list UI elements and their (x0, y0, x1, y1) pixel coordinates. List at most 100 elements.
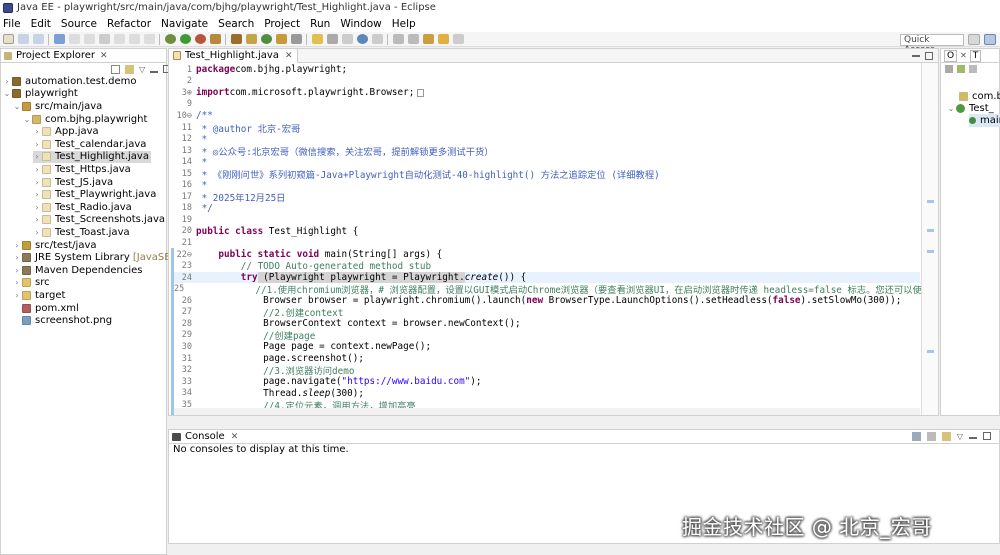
save-icon[interactable] (18, 34, 29, 44)
tree-item[interactable]: › target (13, 289, 65, 302)
display-console-icon[interactable] (911, 432, 921, 441)
collapse-arrow-icon[interactable]: › (33, 140, 41, 149)
step-into-icon[interactable] (114, 34, 125, 44)
close-icon[interactable]: ✕ (100, 51, 108, 61)
code-line[interactable]: 15 * 《刚刚问世》系列初窥篇-Java+Playwright自动化测试-40… (174, 168, 920, 181)
quick-access-input[interactable]: Quick Access (900, 34, 964, 55)
menu-project[interactable]: Project (264, 18, 300, 30)
toggle-breadcrumb-icon[interactable] (327, 34, 338, 44)
code-line[interactable]: 17 * 2025年12月25日 (174, 191, 920, 204)
code-line[interactable]: 19 (174, 214, 920, 226)
code-line[interactable]: 1 package com.bjhg.playwright; (174, 64, 920, 76)
collapse-arrow-icon[interactable]: › (13, 278, 21, 287)
tree-item[interactable]: › Test_Highlight.java (33, 150, 151, 164)
tree-item[interactable]: › Test_Screenshots.java (33, 214, 165, 227)
close-icon[interactable]: ✕ (285, 51, 293, 61)
maximize-icon[interactable] (925, 52, 933, 60)
tree-item[interactable]: ⌄ playwright (3, 88, 78, 101)
code-line[interactable]: 3⊕ import com.microsoft.playwright.Browse… (174, 87, 920, 99)
view-menu-icon[interactable]: ▽ (957, 432, 963, 441)
suspend-icon[interactable] (84, 34, 95, 44)
open-type-icon[interactable] (276, 34, 287, 44)
code-line[interactable]: 29 //创建page (174, 330, 920, 342)
console-tab[interactable]: Console ✕ (172, 431, 238, 442)
tree-item[interactable]: › JRE System Library [JavaSE-1.8] (13, 251, 194, 264)
close-icon[interactable]: ✕ (960, 51, 967, 60)
code-line[interactable]: 16 * (174, 180, 920, 192)
outline-item[interactable]: main (969, 114, 1000, 127)
tree-item[interactable]: › Test_JS.java (33, 176, 113, 189)
menu-help[interactable]: Help (392, 18, 416, 30)
code-line[interactable]: 32 //3.浏览器访问demo (174, 364, 920, 377)
collapse-arrow-icon[interactable]: › (33, 228, 41, 237)
ruler-marker[interactable] (927, 250, 934, 253)
menu-file[interactable]: File (3, 18, 21, 30)
run-icon[interactable] (180, 34, 191, 44)
view-menu-icon[interactable]: ▽ (139, 65, 145, 74)
outline-item[interactable]: ⌄ Test_ (947, 102, 994, 115)
maximize-icon[interactable] (983, 432, 991, 440)
next-annotation-icon[interactable] (393, 34, 404, 44)
menu-edit[interactable]: Edit (31, 18, 51, 30)
save-all-icon[interactable] (33, 34, 44, 44)
task-list-tab[interactable]: T (969, 49, 982, 62)
menu-navigate[interactable]: Navigate (161, 18, 208, 30)
expand-arrow-icon[interactable]: ⌄ (23, 115, 31, 124)
outline-tab[interactable]: O (944, 49, 958, 62)
minimize-icon[interactable] (150, 71, 159, 73)
coverage-icon[interactable] (195, 34, 206, 44)
code-line[interactable]: 25 //1.使用chromium浏览器，# 浏览器配置，设置以GUI模式启动C… (174, 283, 922, 296)
horizontal-scrollbar[interactable] (174, 408, 920, 415)
code-line[interactable]: 20 public class Test_Highlight { (174, 226, 920, 238)
step-over-icon[interactable] (129, 34, 140, 44)
menu-window[interactable]: Window (340, 18, 381, 30)
code-line[interactable]: 21 (174, 237, 920, 249)
terminate-icon[interactable] (99, 34, 110, 44)
tree-item[interactable]: › Test_calendar.java (33, 138, 146, 151)
menu-run[interactable]: Run (310, 18, 330, 30)
tree-item[interactable]: pom.xml (13, 302, 79, 315)
java-ee-perspective-icon[interactable] (984, 34, 996, 45)
code-line[interactable]: 27 //2.创建context (174, 307, 920, 319)
globe-icon[interactable] (357, 34, 368, 44)
code-line[interactable]: 23 // TODO Auto-generated method stub (174, 260, 920, 272)
show-whitespace-icon[interactable] (342, 34, 353, 44)
ruler-marker[interactable] (927, 200, 934, 203)
collapse-arrow-icon[interactable]: › (33, 178, 41, 187)
step-return-icon[interactable] (144, 34, 155, 44)
open-console-icon[interactable] (941, 432, 951, 441)
debug-icon[interactable] (165, 34, 176, 44)
code-line[interactable]: 2 (174, 76, 920, 88)
java-editor[interactable]: 1 package com.bjhg.playwright; 2 3⊕ import c… (168, 63, 939, 416)
ruler-marker[interactable] (927, 350, 934, 353)
tree-item[interactable]: › App.java (33, 125, 98, 138)
collapse-arrow-icon[interactable]: › (13, 266, 21, 275)
resume-icon[interactable] (69, 34, 80, 44)
tree-item[interactable]: ⌄ src/main/java (13, 100, 103, 113)
minimize-icon[interactable] (969, 437, 977, 439)
collapse-arrow-icon[interactable]: › (33, 152, 41, 161)
last-edit-icon[interactable] (423, 34, 434, 44)
forward-icon[interactable] (453, 34, 464, 44)
collapse-arrow-icon[interactable]: › (33, 165, 41, 174)
tree-item[interactable]: › src/test/java (13, 239, 96, 252)
collapse-arrow-icon[interactable]: › (13, 253, 21, 262)
folded-imports-icon[interactable] (417, 88, 425, 97)
editor-tab[interactable]: Test_Highlight.java ✕ (169, 48, 298, 63)
external-tools-icon[interactable] (210, 34, 221, 44)
close-icon[interactable]: ✕ (231, 432, 239, 442)
collapse-arrow-icon[interactable]: › (33, 127, 41, 136)
link-with-editor-icon[interactable] (125, 65, 134, 74)
menu-source[interactable]: Source (61, 18, 97, 30)
open-perspective-icon[interactable] (968, 34, 980, 45)
sort-icon[interactable] (945, 65, 953, 73)
tree-item[interactable]: screenshot.png (13, 314, 112, 327)
collapse-arrow-icon[interactable]: › (3, 77, 11, 86)
hide-fields-icon[interactable] (957, 65, 965, 73)
tree-item[interactable]: › Maven Dependencies (13, 264, 142, 277)
tree-item[interactable]: › Test_Https.java (33, 163, 130, 176)
toggle-mark-occurrences-icon[interactable] (312, 34, 323, 44)
collapse-arrow-icon[interactable]: › (33, 190, 41, 199)
tree-item[interactable]: › Test_Playwright.java (33, 188, 156, 201)
menu-refactor[interactable]: Refactor (107, 18, 151, 30)
